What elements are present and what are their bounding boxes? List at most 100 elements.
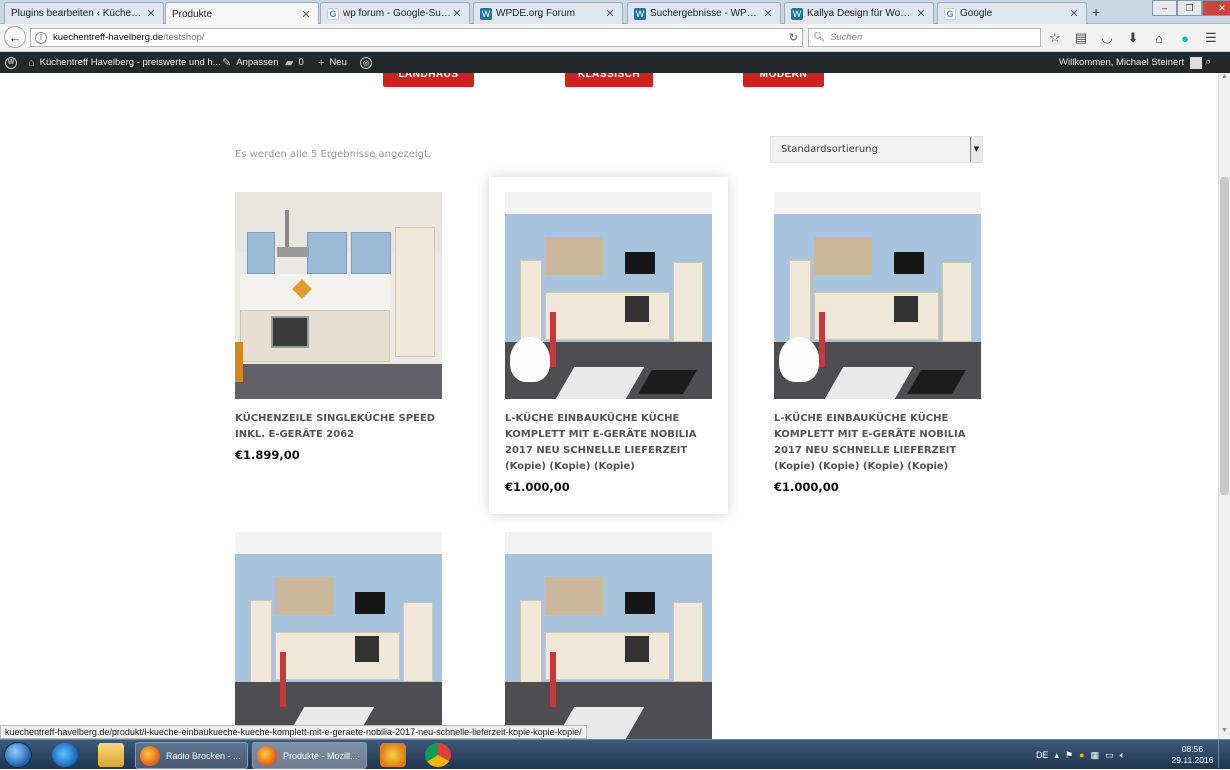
- result-count: Es werden alle 5 Ergebnisse angezeigt.: [235, 149, 432, 160]
- browser-tab-produkte[interactable]: Produkte ✕: [165, 2, 319, 25]
- back-arrow-icon[interactable]: ←: [4, 26, 26, 48]
- file-explorer-icon[interactable]: [98, 743, 124, 767]
- brush-icon: ✎: [222, 57, 232, 69]
- product-image[interactable]: [774, 192, 981, 399]
- reading-list-icon[interactable]: ▤: [1072, 29, 1090, 47]
- browser-tab-plugins[interactable]: Plugins bearbeiten ‹ Küchentre... ✕: [4, 2, 164, 24]
- chevron-down-icon: ▼: [970, 137, 982, 162]
- download-icon[interactable]: ⬇: [1124, 29, 1142, 47]
- tab-close-icon[interactable]: ✕: [145, 7, 157, 20]
- page-scrollbar[interactable]: ▲ ▼: [1218, 73, 1230, 739]
- app-icon[interactable]: [380, 743, 406, 767]
- search-input[interactable]: 🔍︎ Suchen: [808, 28, 1041, 47]
- tab-close-icon[interactable]: ✕: [300, 8, 312, 21]
- internet-explorer-icon[interactable]: [52, 743, 78, 767]
- product-price: €1.000,00: [774, 480, 839, 494]
- product-title[interactable]: Küchenzeile Singleküche SPEED inkl. E-Ge…: [235, 411, 442, 443]
- admin-account[interactable]: Willkommen, Michael Steinert: [1059, 52, 1203, 73]
- firefox-icon: [257, 745, 277, 766]
- tab-close-icon[interactable]: ✕: [915, 7, 927, 20]
- tab-close-icon[interactable]: ✕: [451, 7, 463, 20]
- category-button-modern[interactable]: MODERN: [743, 73, 824, 87]
- wp-logo-menu[interactable]: W: [5, 52, 17, 73]
- product-card[interactable]: L-Küche Einbauküche Küche komplett mit E…: [774, 192, 981, 494]
- chrome-icon[interactable]: [425, 743, 451, 767]
- product-card[interactable]: L-Küche Einbauküche Küche komplett mit E…: [489, 177, 728, 514]
- start-button[interactable]: [4, 742, 32, 768]
- tab-label: wp forum - Google-Suche: [343, 8, 451, 19]
- admin-plugin-icon-item[interactable]: ◎: [360, 52, 372, 73]
- tab-close-icon[interactable]: ✕: [1068, 7, 1080, 20]
- plus-icon: +: [318, 56, 325, 69]
- clock-date: 29.11.2016: [1171, 755, 1214, 765]
- taskbar-task-radio[interactable]: Radio Brocken - ...: [135, 742, 248, 769]
- browser-tab-wpde-forum[interactable]: W WPDE.org Forum ✕: [473, 2, 623, 24]
- new-tab-icon[interactable]: +: [1092, 4, 1100, 20]
- status-url: kuechentreff-havelberg.de/produkt/l-kuec…: [0, 725, 587, 739]
- system-tray: DE ▴ ⚑ ● ▦ ▭ 🔈︎: [1036, 740, 1125, 770]
- grammarly-icon[interactable]: ●: [1176, 29, 1194, 47]
- admin-new-label: Neu: [329, 57, 347, 68]
- product-image[interactable]: [505, 192, 712, 399]
- scroll-down-icon[interactable]: ▼: [1219, 727, 1230, 739]
- taskbar-task-produkte[interactable]: Produkte - Mozill...: [252, 742, 367, 769]
- tab-label: Plugins bearbeiten ‹ Küchentre...: [11, 8, 145, 19]
- show-desktop-button[interactable]: [1218, 740, 1230, 770]
- product-title[interactable]: L-Küche Einbauküche Küche komplett mit E…: [505, 411, 712, 475]
- product-price: €1.000,00: [505, 480, 570, 494]
- product-title[interactable]: L-Küche Einbauküche Küche komplett mit E…: [774, 411, 981, 475]
- search-icon: ⌕: [1205, 56, 1212, 68]
- scrollbar-thumb[interactable]: [1220, 177, 1229, 495]
- tab-close-icon[interactable]: ✕: [762, 7, 774, 20]
- product-image[interactable]: [505, 532, 712, 739]
- wordpress-icon: W: [791, 7, 803, 20]
- browser-tab-google[interactable]: G Google ✕: [937, 2, 1087, 24]
- product-image[interactable]: [235, 192, 442, 399]
- product-image[interactable]: [235, 532, 442, 739]
- admin-search[interactable]: ⌕: [1205, 52, 1211, 73]
- product-card[interactable]: [505, 532, 712, 739]
- clock-time: 08:56: [1181, 744, 1204, 754]
- volume-icon[interactable]: 🔈︎: [1120, 750, 1125, 761]
- sort-select[interactable]: Standardsortierung ▼: [770, 136, 983, 163]
- product-card[interactable]: Küchenzeile Singleküche SPEED inkl. E-Ge…: [235, 192, 442, 462]
- admin-site-name[interactable]: ⌂ Küchentreff Havelberg - preiswerte und…: [28, 52, 221, 73]
- home-icon[interactable]: ⌂: [1150, 29, 1168, 47]
- language-indicator[interactable]: DE: [1036, 750, 1049, 760]
- admin-customize[interactable]: ✎ Anpassen: [222, 52, 278, 73]
- chevron-up-icon[interactable]: ▴: [1055, 750, 1060, 761]
- browser-tab-strip: Plugins bearbeiten ‹ Küchentre... ✕ Prod…: [0, 0, 1230, 25]
- maximize-icon[interactable]: ❐: [1177, 0, 1202, 16]
- browser-tab-google-search[interactable]: G wp forum - Google-Suche ✕: [320, 2, 470, 24]
- product-card[interactable]: [235, 532, 442, 739]
- tab-close-icon[interactable]: ✕: [604, 7, 616, 20]
- admin-comments[interactable]: ▰ 0: [285, 52, 304, 73]
- admin-customize-label: Anpassen: [236, 57, 279, 68]
- shop-page: LANDHAUS KLASSISCH MODERN Es werden alle…: [0, 73, 1218, 739]
- category-button-landhaus[interactable]: LANDHAUS: [383, 73, 474, 87]
- admin-new[interactable]: + Neu: [318, 52, 347, 73]
- google-icon: G: [944, 7, 956, 20]
- reload-icon[interactable]: ↻: [789, 31, 798, 44]
- comment-icon: ▰: [285, 57, 294, 69]
- pocket-icon[interactable]: ◡: [1098, 29, 1116, 47]
- browser-tab-kallya[interactable]: W Kallya Design für Woocom... ✕: [784, 2, 934, 24]
- admin-comments-count: 0: [298, 57, 304, 68]
- url-bar[interactable]: i kuechentreff-havelberg.de/testshop/ ↻: [30, 28, 803, 47]
- product-price: €1.899,00: [235, 448, 300, 462]
- taskbar-clock[interactable]: 08:56 29.11.2016: [1170, 744, 1215, 766]
- category-button-klassisch[interactable]: KLASSISCH: [565, 73, 653, 87]
- network-icon[interactable]: ▦: [1091, 750, 1100, 761]
- sort-selected-value: Standardsortierung: [781, 144, 878, 155]
- site-info-icon[interactable]: i: [35, 31, 47, 44]
- menu-icon[interactable]: ☰: [1202, 29, 1220, 47]
- notification-icon[interactable]: ●: [1079, 750, 1084, 760]
- window-close-icon[interactable]: ✕: [1202, 0, 1230, 16]
- search-placeholder: Suchen: [830, 32, 863, 43]
- browser-tab-suchergebnisse[interactable]: W Suchergebnisse - WPDE.or... ✕: [627, 2, 781, 24]
- bookmark-star-icon[interactable]: ☆: [1046, 29, 1064, 47]
- scroll-up-icon[interactable]: ▲: [1219, 73, 1230, 85]
- flag-icon[interactable]: ⚑: [1065, 750, 1073, 761]
- minimize-icon[interactable]: –: [1152, 0, 1177, 16]
- display-icon[interactable]: ▭: [1105, 750, 1114, 761]
